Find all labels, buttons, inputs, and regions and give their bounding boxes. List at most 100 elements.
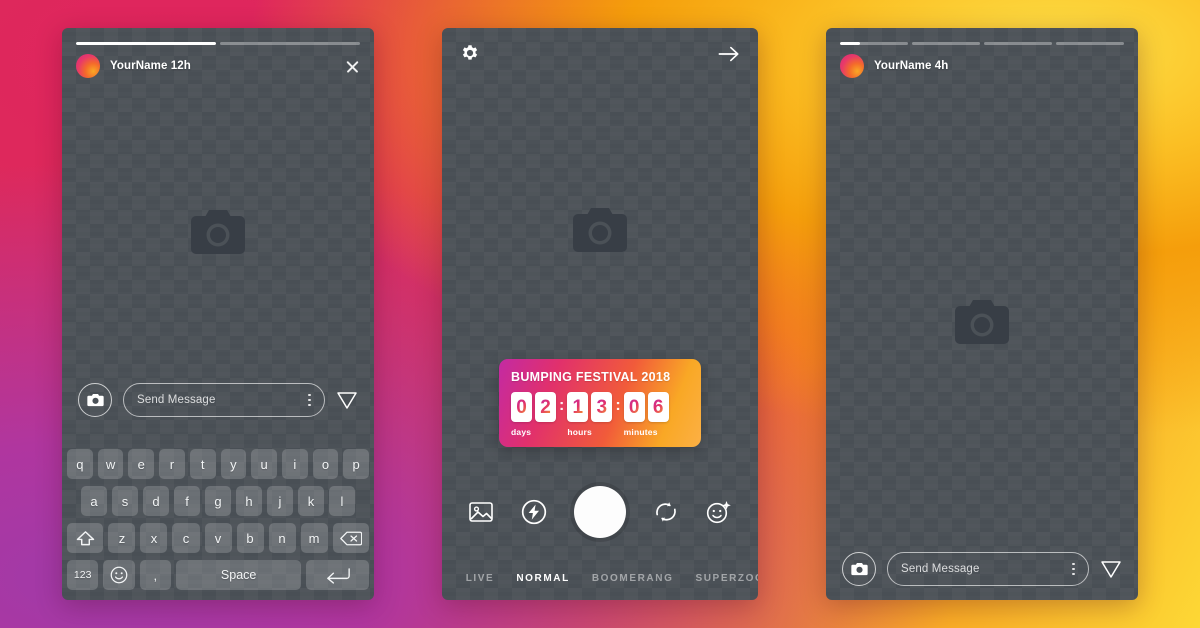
story-header-right: YourName 4h (840, 54, 1124, 78)
username-text: YourName (110, 60, 168, 72)
key-b[interactable]: b (236, 523, 264, 553)
gallery-image-icon[interactable] (468, 499, 494, 525)
progress-segment[interactable] (220, 42, 360, 45)
key-v[interactable]: v (204, 523, 232, 553)
camera-placeholder-icon (188, 206, 248, 258)
countdown-digit: 1 (567, 392, 589, 422)
key-m[interactable]: m (300, 523, 328, 553)
keyboard-row-3: z x c v b n m (66, 523, 370, 553)
phone-mid-camera-screen: BUMPING FESTIVAL 2018 0 2 days : 1 3 hou… (442, 28, 758, 600)
key-k[interactable]: k (298, 486, 324, 516)
send-plane-icon[interactable] (336, 389, 358, 411)
key-y[interactable]: y (220, 449, 247, 479)
countdown-separator: : (615, 397, 621, 414)
key-e[interactable]: e (128, 449, 155, 479)
avatar[interactable] (840, 54, 864, 78)
progress-segment[interactable] (984, 42, 1052, 45)
key-w[interactable]: w (97, 449, 124, 479)
progress-segment[interactable] (912, 42, 980, 45)
key-i[interactable]: i (281, 449, 308, 479)
countdown-digits-minutes: 0 6 (623, 392, 669, 422)
countdown-digit: 3 (591, 392, 613, 422)
countdown-label-days: days (511, 427, 532, 437)
progress-segment[interactable] (76, 42, 216, 45)
camera-mode-boomerang[interactable]: BOOMERANG (592, 573, 674, 584)
camera-icon[interactable] (842, 552, 876, 586)
key-p[interactable]: p (343, 449, 370, 479)
timestamp-text: 4h (934, 60, 949, 72)
countdown-separator: : (559, 397, 565, 414)
key-x[interactable]: x (140, 523, 168, 553)
key-n[interactable]: n (268, 523, 296, 553)
face-filter-sparkle-icon[interactable] (706, 499, 732, 525)
more-vertical-icon[interactable] (308, 393, 311, 407)
key-o[interactable]: o (312, 449, 339, 479)
shift-icon[interactable] (66, 523, 104, 553)
more-vertical-icon[interactable] (1072, 562, 1075, 576)
key-l[interactable]: l (329, 486, 355, 516)
key-f[interactable]: f (174, 486, 200, 516)
send-plane-icon[interactable] (1100, 558, 1122, 580)
camera-placeholder-icon (952, 296, 1012, 348)
message-bar-left: Send Message (78, 383, 358, 417)
countdown-label-minutes: minutes (623, 427, 658, 437)
countdown-unit-days: 0 2 days (511, 392, 556, 437)
key-d[interactable]: d (143, 486, 169, 516)
key-g[interactable]: g (205, 486, 231, 516)
close-icon[interactable] (345, 59, 360, 74)
send-message-placeholder: Send Message (901, 563, 980, 575)
screen-mid: BUMPING FESTIVAL 2018 0 2 days : 1 3 hou… (442, 28, 758, 600)
gear-icon[interactable] (460, 44, 480, 64)
key-comma[interactable]: , (139, 560, 171, 590)
flash-bolt-icon[interactable] (521, 499, 547, 525)
keyboard-row-2: a s d f g h j k l (67, 486, 369, 516)
countdown-unit-minutes: 0 6 minutes (623, 392, 669, 437)
screen-left: YourName 12h Send Message q w e r t y u … (62, 28, 374, 600)
countdown-unit-hours: 1 3 hours (567, 392, 613, 437)
key-z[interactable]: z (108, 523, 136, 553)
screen-right: YourName 4h Send Message (826, 28, 1138, 600)
countdown-digit: 0 (623, 392, 645, 422)
key-c[interactable]: c (172, 523, 200, 553)
key-r[interactable]: r (159, 449, 185, 479)
shutter-button[interactable] (574, 486, 626, 538)
return-icon[interactable] (306, 560, 369, 590)
phone-right-story-viewer: YourName 4h Send Message (826, 28, 1138, 600)
countdown-digit: 6 (647, 392, 669, 422)
camera-controls (442, 486, 758, 538)
story-progress-bar-right (840, 42, 1124, 45)
key-u[interactable]: u (251, 449, 277, 479)
camera-icon[interactable] (78, 383, 112, 417)
keyboard-row-4: 123 , Space (67, 560, 369, 590)
key-t[interactable]: t (189, 449, 216, 479)
camera-top-bar (460, 44, 740, 64)
send-message-input[interactable]: Send Message (887, 552, 1089, 586)
progress-segment[interactable] (840, 42, 908, 45)
camera-mode-live[interactable]: LIVE (466, 573, 495, 584)
key-j[interactable]: j (267, 486, 293, 516)
key-s[interactable]: s (112, 486, 138, 516)
emoji-smiley-icon[interactable] (103, 560, 135, 590)
key-q[interactable]: q (66, 449, 93, 479)
camera-flip-icon[interactable] (653, 499, 679, 525)
key-a[interactable]: a (81, 486, 107, 516)
phone-left-story-viewer: YourName 12h Send Message q w e r t y u … (62, 28, 374, 600)
key-h[interactable]: h (236, 486, 262, 516)
send-message-placeholder: Send Message (137, 394, 216, 406)
key-space[interactable]: Space (175, 560, 302, 590)
story-username-right[interactable]: YourName 4h (874, 60, 948, 72)
camera-mode-selector[interactable]: LIVE NORMAL BOOMERANG SUPERZOOM (442, 573, 758, 584)
backspace-icon[interactable] (332, 523, 370, 553)
avatar[interactable] (76, 54, 100, 78)
on-screen-keyboard[interactable]: q w e r t y u i o p a s d f g h j k l z … (62, 441, 374, 600)
key-numeric[interactable]: 123 (67, 560, 99, 590)
camera-mode-superzoom[interactable]: SUPERZOOM (695, 573, 758, 584)
story-username-left[interactable]: YourName 12h (110, 60, 191, 72)
countdown-digit: 0 (511, 392, 532, 422)
countdown-sticker[interactable]: BUMPING FESTIVAL 2018 0 2 days : 1 3 hou… (499, 359, 701, 447)
send-message-input[interactable]: Send Message (123, 383, 325, 417)
camera-mode-normal[interactable]: NORMAL (516, 573, 569, 584)
arrow-right-icon[interactable] (718, 45, 740, 63)
progress-segment[interactable] (1056, 42, 1124, 45)
keyboard-row-1: q w e r t y u i o p (66, 449, 370, 479)
